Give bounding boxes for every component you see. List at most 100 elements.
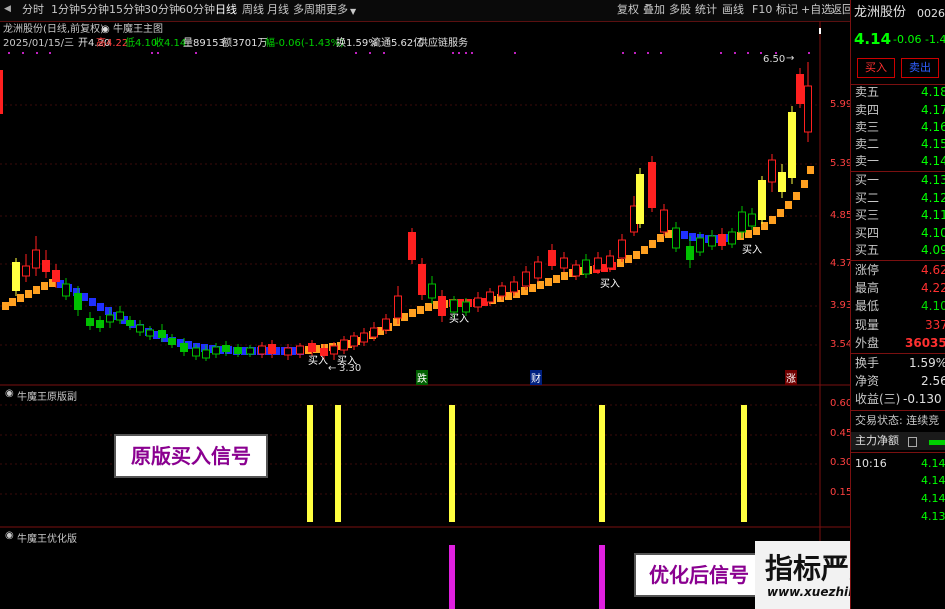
- sell-button[interactable]: 卖出: [901, 58, 939, 78]
- btn-add-watchlist[interactable]: +自选: [801, 3, 832, 17]
- buy-button[interactable]: 买入: [857, 58, 895, 78]
- tab-more[interactable]: 更多: [326, 3, 348, 17]
- stock-code: 002682: [917, 7, 945, 20]
- pane2-title[interactable]: 牛魔王原版副: [17, 388, 77, 403]
- candle-body-20: [222, 345, 230, 352]
- tab-5min[interactable]: 5分钟: [80, 3, 109, 17]
- signal-dot-14: [514, 52, 516, 54]
- buy-annotation-5: 买入: [742, 245, 762, 256]
- trend-seg-85: [681, 231, 688, 239]
- trend-seg-65: [521, 287, 528, 295]
- trade-state: 交易状态: 连续竞: [855, 414, 940, 427]
- main-net-icon[interactable]: [908, 437, 917, 447]
- left-edge-marker: [0, 70, 3, 114]
- btn-diejia[interactable]: 叠加: [643, 3, 665, 17]
- tab-15min[interactable]: 15分钟: [109, 3, 145, 17]
- candle-body-10: [116, 311, 124, 321]
- trend-seg-70: [561, 272, 568, 280]
- quote-panel: 龙洲股份 002682 4.14 -0.06 -1.43 买入 卖出 卖五 4.…: [850, 0, 945, 609]
- tab-30min[interactable]: 30分钟: [144, 3, 180, 17]
- trading-app-window: ◀ 分时 1分钟 5分钟 15分钟 30分钟 60分钟 日线 周线 月线 多周期…: [0, 0, 945, 609]
- pane3-title[interactable]: 牛魔王优化版: [17, 530, 77, 545]
- axis-label-2: 5.39: [830, 158, 853, 169]
- price-change-pct: -1.43: [925, 33, 945, 46]
- tab-60min[interactable]: 60分钟: [179, 3, 215, 17]
- tab-weekly[interactable]: 周线: [242, 3, 264, 17]
- trend-seg-69: [553, 275, 560, 283]
- btn-duogu[interactable]: 多股: [669, 3, 691, 17]
- more-dropdown-icon[interactable]: ▼: [350, 5, 356, 19]
- pane2-settings-icon[interactable]: ◉: [5, 388, 14, 399]
- kline-chart[interactable]: [0, 21, 850, 609]
- main-net-label[interactable]: 主力净额: [855, 434, 899, 448]
- original-signal-bar-3: [599, 405, 605, 522]
- tab-1min[interactable]: 1分钟: [51, 3, 80, 17]
- marker-cai[interactable]: 财: [530, 370, 542, 385]
- candle-body-15: [168, 338, 176, 345]
- tab-monthly[interactable]: 月线: [267, 3, 289, 17]
- ask4-label: 卖四: [855, 103, 880, 117]
- tab-daily[interactable]: 日线: [215, 3, 237, 17]
- limit-up-value: 4.62: [921, 263, 945, 277]
- signal-dot-20: [734, 52, 736, 54]
- bid5-price: 4.09: [921, 243, 945, 257]
- candle-body-25: [284, 347, 292, 356]
- btn-f10[interactable]: F10: [752, 3, 772, 17]
- candle-body-49: [560, 257, 568, 269]
- collapse-left-icon[interactable]: ◀: [4, 4, 11, 14]
- pane2-axis-1: 0.60: [830, 398, 853, 409]
- signal-dot-1: [22, 52, 24, 54]
- optimized-signal-bar-0: [449, 545, 455, 609]
- bid4-label: 买四: [855, 226, 880, 240]
- trend-seg-96: [769, 216, 776, 224]
- btn-tongji[interactable]: 统计: [695, 3, 717, 17]
- candle-body-46: [522, 271, 530, 287]
- candle-body-65: [738, 211, 746, 233]
- axis-label-1: 5.99: [830, 99, 853, 110]
- turnover-label: 换手: [855, 356, 880, 370]
- candle-body-33: [370, 327, 378, 338]
- candle-body-68: [768, 159, 776, 183]
- signal-dot-11: [458, 52, 460, 54]
- bid5-label: 买五: [855, 243, 880, 257]
- candle-body-71: [796, 74, 804, 104]
- trend-seg-97: [777, 209, 784, 217]
- trend-seg-101: [807, 166, 814, 174]
- candle-body-72: [804, 85, 812, 133]
- cur-vol-label: 现量: [855, 318, 880, 332]
- trend-line: [2, 166, 814, 355]
- tab-fenshi[interactable]: 分时: [22, 3, 44, 17]
- candle-body-60: [686, 246, 694, 260]
- candle-body-0: [12, 262, 20, 291]
- candle-body-48: [548, 250, 556, 266]
- ask5-label: 卖五: [855, 85, 880, 99]
- optimized-signal-label: 优化后信号: [634, 553, 764, 597]
- trend-seg-52: [417, 306, 424, 314]
- btn-fuquan[interactable]: 复权: [617, 3, 639, 17]
- signal-dot-3: [49, 52, 51, 54]
- marker-zhang[interactable]: 涨: [785, 370, 797, 385]
- outer-vol-value: 36035: [905, 336, 945, 350]
- candle-body-32: [360, 332, 368, 343]
- candle-body-2: [32, 249, 40, 269]
- tab-multi-period[interactable]: 多周期: [293, 3, 326, 17]
- axis-label-6: 3.54: [830, 339, 853, 350]
- trend-seg-10: [81, 293, 88, 301]
- signal-dot-4: [151, 52, 153, 54]
- candle-body-67: [758, 180, 766, 220]
- trend-seg-50: [401, 313, 408, 321]
- btn-huaxian[interactable]: 画线: [722, 3, 744, 17]
- trend-seg-78: [625, 255, 632, 263]
- trend-seg-67: [537, 281, 544, 289]
- candle-body-11: [126, 320, 134, 326]
- trend-seg-92: [737, 232, 744, 240]
- marker-die[interactable]: 跌: [416, 370, 428, 385]
- pane2-axis-4: 0.15: [830, 487, 853, 498]
- trend-seg-82: [657, 234, 664, 242]
- btn-biaoji[interactable]: 标记: [776, 3, 798, 17]
- candle-body-8: [96, 320, 104, 328]
- candle-body-47: [534, 261, 542, 279]
- ask1-price: 4.14: [921, 154, 945, 168]
- pane3-settings-icon[interactable]: ◉: [5, 530, 14, 541]
- low-price-label: 3.30: [339, 363, 362, 374]
